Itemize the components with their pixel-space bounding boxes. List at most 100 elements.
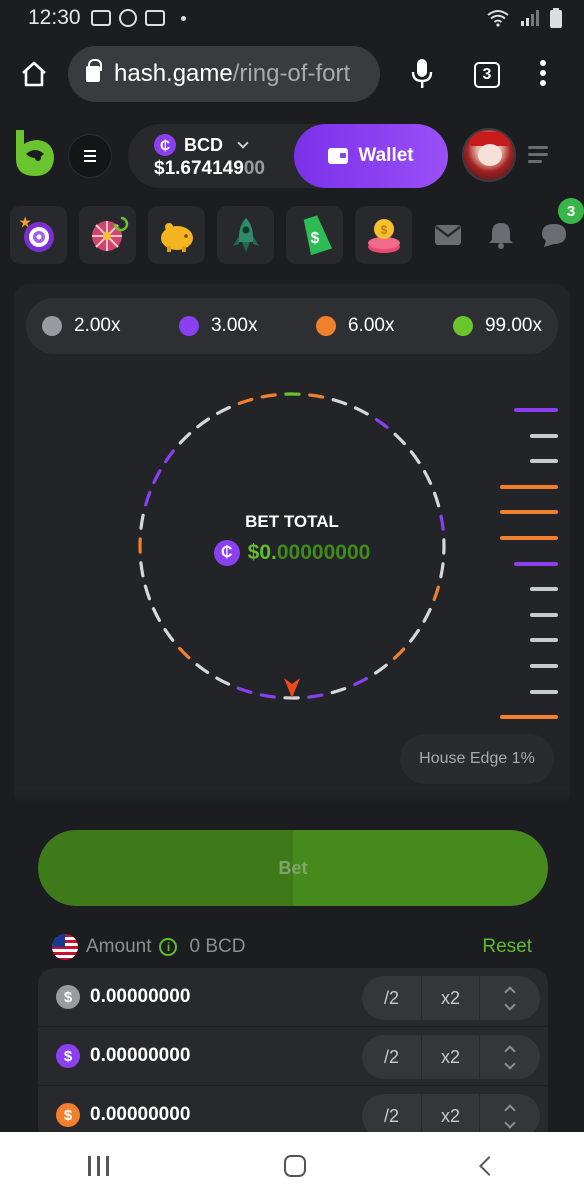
target-icon[interactable] xyxy=(10,206,68,264)
chevron-down-icon xyxy=(237,137,249,149)
dollar-icon: $ xyxy=(56,985,80,1009)
home-button-icon[interactable] xyxy=(284,1155,307,1177)
bet-amount-input[interactable]: 0.00000000 xyxy=(90,1045,190,1067)
back-icon[interactable] xyxy=(479,1156,500,1176)
app-header: ₵ BCD $1.67414900 Wallet xyxy=(0,114,584,196)
stepper[interactable] xyxy=(480,1035,540,1079)
half-button[interactable]: /2 xyxy=(362,1035,422,1079)
ring-segment xyxy=(152,469,162,485)
ring-segment xyxy=(216,405,231,415)
ring-segment xyxy=(331,398,348,406)
ring-segment xyxy=(163,627,175,642)
bet-total-label: BET TOTAL xyxy=(245,512,339,531)
notification-icon xyxy=(90,10,111,26)
ring-segment xyxy=(151,607,161,622)
tab-switcher-button[interactable]: 3 xyxy=(474,62,500,88)
payout-option-2x[interactable]: 2.00x xyxy=(42,315,120,337)
mail-icon[interactable] xyxy=(424,206,471,264)
hamburger-icon xyxy=(84,149,96,164)
bet-button[interactable]: Bet xyxy=(38,830,548,906)
bet-amount-row-grey: $ 0.00000000 /2 x2 xyxy=(38,968,548,1027)
bet-amount-row-orange: $ 0.00000000 /2 x2 xyxy=(38,1086,548,1138)
chat-icon[interactable]: 3 xyxy=(531,198,584,264)
double-button[interactable]: x2 xyxy=(422,1035,480,1079)
payout-dot xyxy=(452,316,473,336)
half-button[interactable]: /2 xyxy=(362,976,422,1020)
stepper[interactable] xyxy=(480,976,540,1020)
ring-segment xyxy=(432,585,440,602)
history-stripe xyxy=(530,638,558,643)
bet-amount-row-purple: $ 0.00000000 /2 x2 xyxy=(38,1027,548,1086)
chevron-up-icon[interactable] xyxy=(504,1044,516,1057)
history-stripe xyxy=(530,612,558,617)
rocket-icon[interactable] xyxy=(217,206,275,264)
bet-amount-input[interactable]: 0.00000000 xyxy=(90,1104,190,1126)
history-stripe xyxy=(500,484,558,489)
ring-segment xyxy=(353,406,369,416)
ring-segment xyxy=(178,646,191,660)
amount-value: 0 BCD xyxy=(189,936,246,957)
payout-option-6x[interactable]: 6.00x xyxy=(315,315,394,337)
browser-menu-icon[interactable] xyxy=(538,60,548,90)
amount-header: Amount i 0 BCD Reset xyxy=(52,932,532,962)
currency-balance-selector[interactable]: ₵ BCD $1.67414900 xyxy=(128,124,318,188)
user-avatar[interactable] xyxy=(462,128,516,182)
status-time: 12:30 xyxy=(28,6,81,29)
address-bar[interactable]: hash.game/ring-of-fort xyxy=(68,46,380,102)
ring-segment xyxy=(423,470,433,485)
dollar-icon: $ xyxy=(56,1103,80,1127)
bet-amount-input[interactable]: 0.00000000 xyxy=(90,986,190,1008)
dollar-tag-icon[interactable]: $ xyxy=(286,206,344,264)
bcd-coin-icon: ₵ xyxy=(213,540,240,566)
more-notifications-icon xyxy=(180,15,186,21)
menu-button[interactable] xyxy=(68,134,112,178)
android-nav-bar xyxy=(0,1132,584,1200)
spin-wheel-icon[interactable] xyxy=(79,206,137,264)
ring-segment xyxy=(373,663,388,675)
us-flag-icon[interactable] xyxy=(52,934,78,960)
pointer-arrow-icon xyxy=(284,678,300,698)
site-logo[interactable] xyxy=(14,128,56,178)
status-bar: 12:30 xyxy=(0,0,584,36)
signal-icon xyxy=(521,10,539,26)
ring-segment xyxy=(422,607,432,623)
chat-panel-icon[interactable] xyxy=(528,146,548,167)
recent-apps-icon[interactable] xyxy=(87,1156,109,1176)
notification-badge: 3 xyxy=(558,198,584,224)
ring-segment xyxy=(164,449,175,464)
url-host: hash.game xyxy=(114,60,233,87)
reset-button[interactable]: Reset xyxy=(482,936,532,958)
ring-segment xyxy=(215,676,231,686)
bcd-coin-icon: ₵ xyxy=(154,134,176,156)
chevron-down-icon[interactable] xyxy=(504,998,516,1011)
panel-divider xyxy=(14,788,570,804)
wallet-icon xyxy=(328,148,349,164)
payout-option-99x[interactable]: 99.00x xyxy=(452,315,542,337)
microphone-icon[interactable] xyxy=(410,58,434,90)
coin-stack-icon[interactable]: $ xyxy=(355,206,413,264)
ring-segment xyxy=(393,432,406,446)
wallet-button[interactable]: Wallet xyxy=(294,124,448,188)
home-icon[interactable] xyxy=(20,60,48,88)
amount-label: Amount xyxy=(86,936,152,957)
history-stripe xyxy=(500,510,558,515)
payout-option-3x[interactable]: 3.00x xyxy=(178,315,257,337)
amount-controls: /2 x2 xyxy=(362,1035,540,1079)
ring-segment xyxy=(195,663,210,674)
browser-toolbar: hash.game/ring-of-fort 3 xyxy=(0,36,584,114)
ring-segment xyxy=(308,393,325,399)
chevron-up-icon[interactable] xyxy=(504,1103,516,1116)
svg-text:$: $ xyxy=(310,230,319,247)
double-button[interactable]: x2 xyxy=(422,976,480,1020)
ring-segment xyxy=(144,490,152,507)
piggy-bank-icon[interactable] xyxy=(148,206,206,264)
info-icon[interactable]: i xyxy=(159,938,178,956)
history-stripe xyxy=(530,459,558,464)
currency-code: BCD xyxy=(184,134,223,155)
ring-segment xyxy=(353,677,368,687)
url-path: /ring-of-fort xyxy=(232,60,351,87)
bell-icon[interactable] xyxy=(478,206,525,264)
chevron-down-icon[interactable] xyxy=(504,1057,516,1070)
chevron-down-icon[interactable] xyxy=(504,1116,516,1129)
chevron-up-icon[interactable] xyxy=(504,985,516,998)
